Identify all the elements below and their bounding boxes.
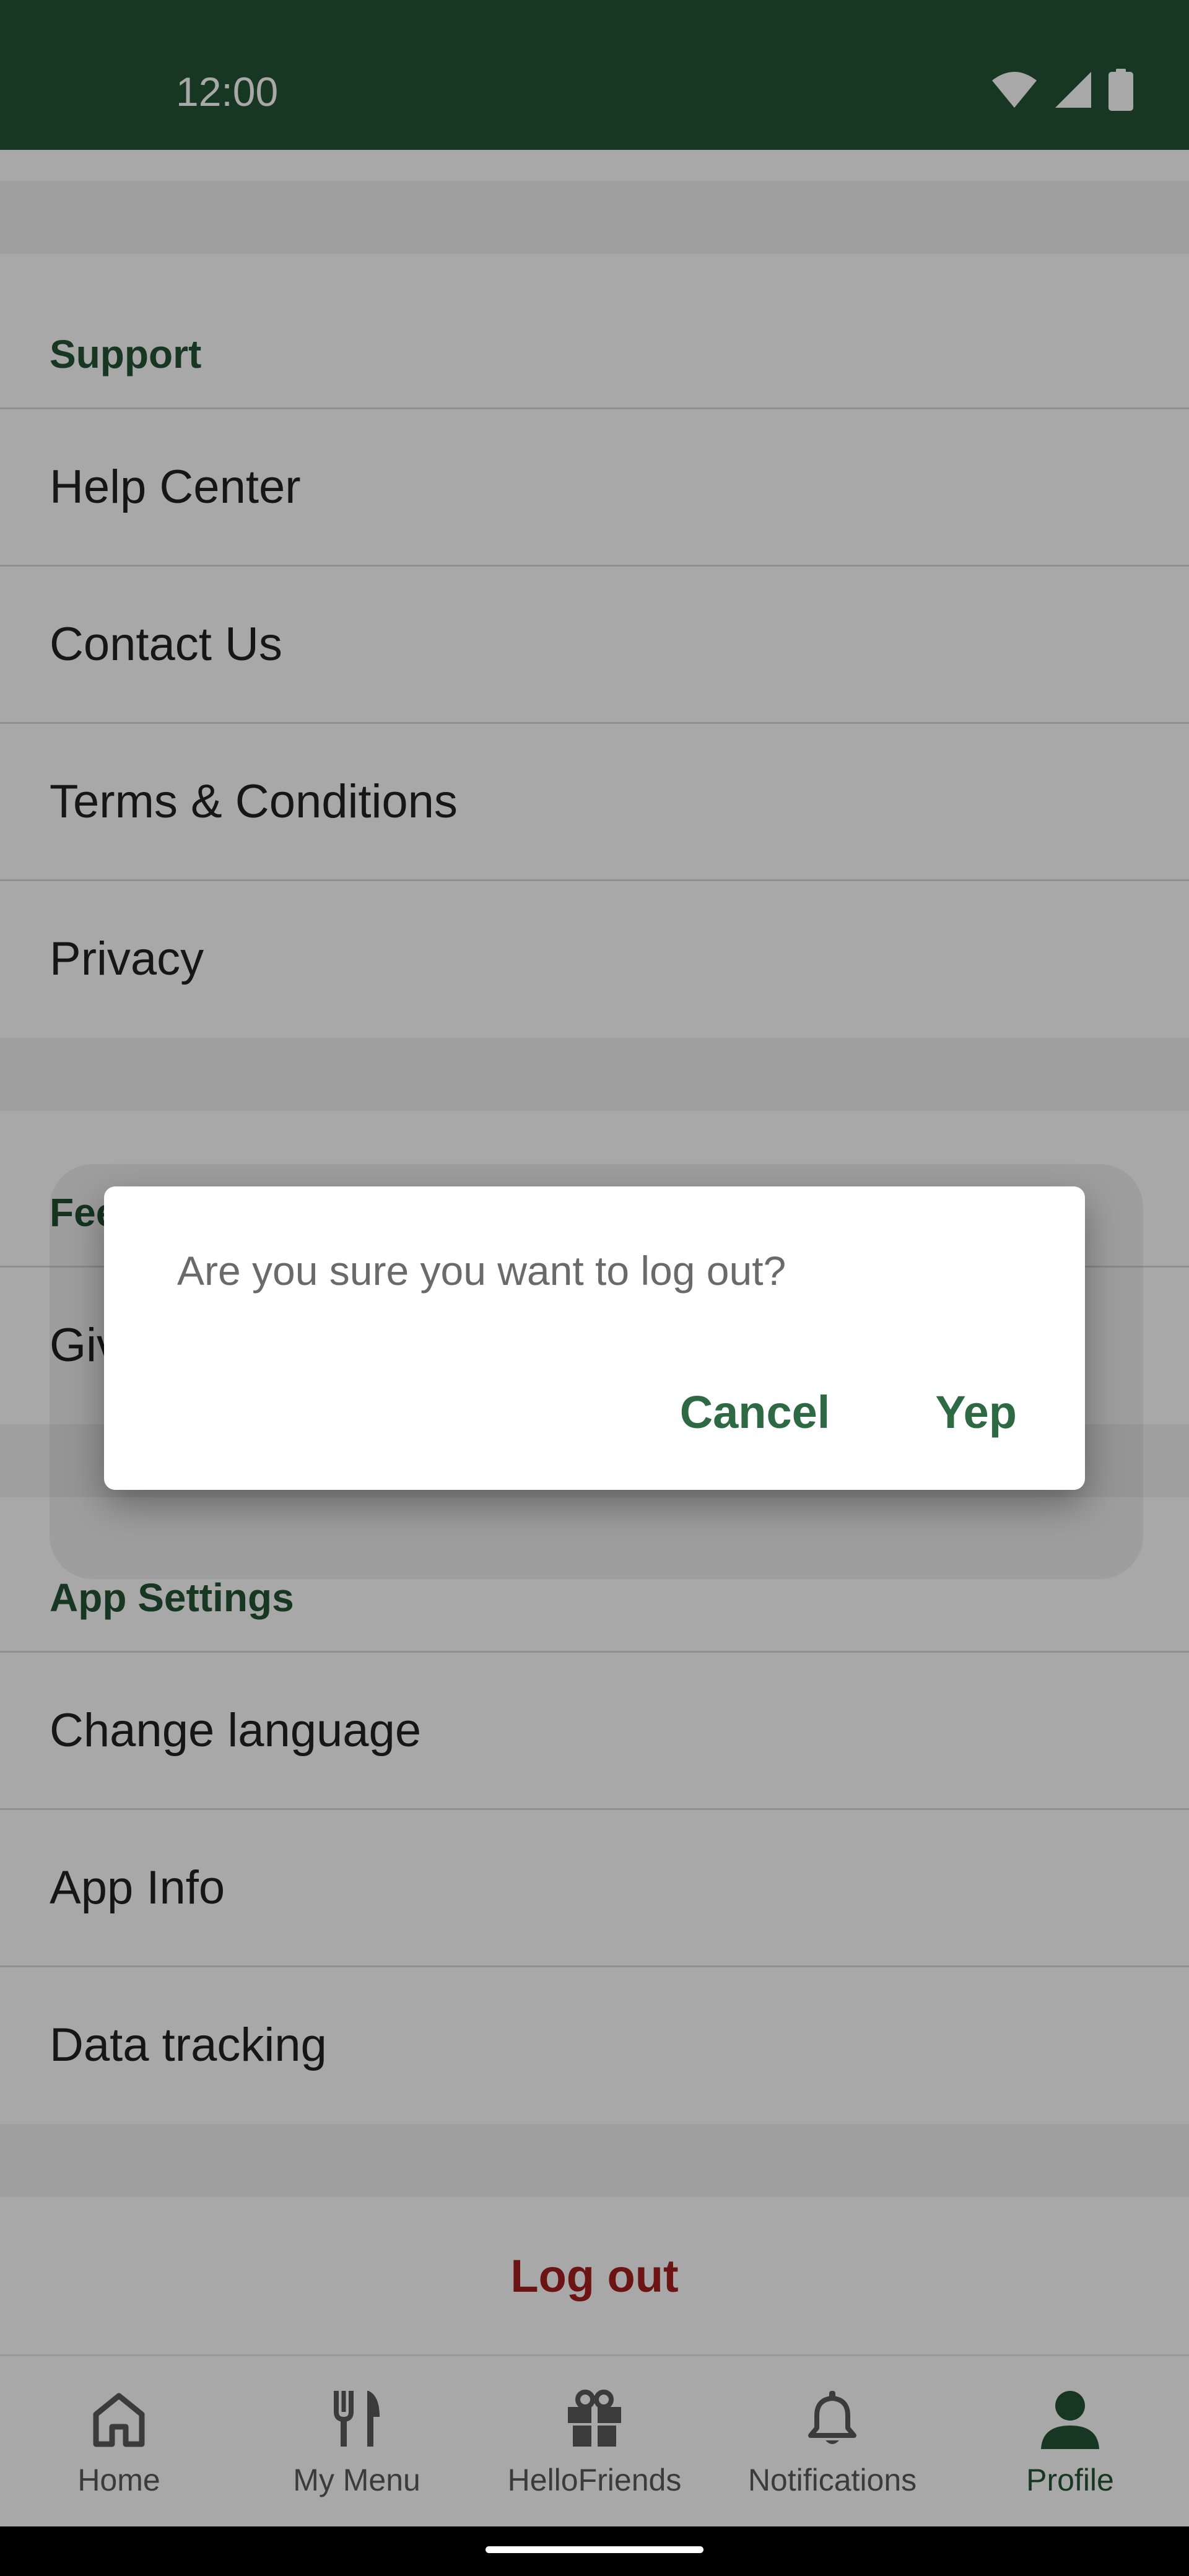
- confirm-logout-button[interactable]: Yep: [935, 1385, 1017, 1440]
- gesture-handle[interactable]: [486, 2546, 703, 2553]
- cancel-button[interactable]: Cancel: [680, 1385, 830, 1440]
- logout-confirm-dialog: Are you sure you want to log out? Cancel…: [104, 1186, 1085, 1490]
- screen: 12:00 Support Help Center Contact Us Ter…: [0, 0, 1189, 2576]
- dialog-actions: Cancel Yep: [680, 1385, 1017, 1440]
- system-nav-bar: [0, 2526, 1189, 2576]
- dialog-message: Are you sure you want to log out?: [177, 1248, 786, 1294]
